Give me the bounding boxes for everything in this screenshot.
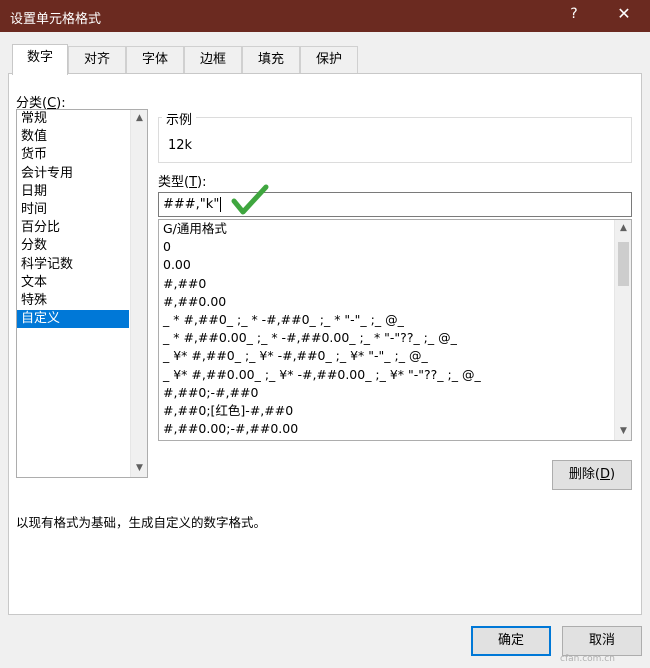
- category-item-currency[interactable]: 货币: [17, 146, 129, 164]
- format-item[interactable]: _ ¥* #,##0_ ;_ ¥* -#,##0_ ;_ ¥* "-"_ ;_ …: [159, 347, 609, 365]
- sample-group: [158, 117, 632, 163]
- ok-button[interactable]: 确定: [471, 626, 551, 656]
- category-item-number[interactable]: 数值: [17, 128, 129, 146]
- category-item-fraction[interactable]: 分数: [17, 237, 129, 255]
- category-item-time[interactable]: 时间: [17, 201, 129, 219]
- category-item-scientific[interactable]: 科学记数: [17, 256, 129, 274]
- format-item[interactable]: #,##0.00;-#,##0.00: [159, 420, 609, 438]
- category-item-percentage[interactable]: 百分比: [17, 219, 129, 237]
- tab-font[interactable]: 字体: [126, 46, 184, 74]
- category-item-accounting[interactable]: 会计专用: [17, 165, 129, 183]
- scroll-up-icon[interactable]: ▲: [615, 220, 631, 237]
- tab-protection[interactable]: 保护: [300, 46, 358, 74]
- type-input-value: ###,"k": [163, 197, 220, 212]
- format-scrollbar[interactable]: ▲ ▼: [614, 220, 631, 440]
- tab-fill[interactable]: 填充: [242, 46, 300, 74]
- format-item[interactable]: #,##0.00: [159, 293, 609, 311]
- format-item[interactable]: #,##0;[红色]-#,##0: [159, 402, 609, 420]
- format-item[interactable]: 0: [159, 238, 609, 256]
- category-item-special[interactable]: 特殊: [17, 292, 129, 310]
- tab-border[interactable]: 边框: [184, 46, 242, 74]
- tab-number[interactable]: 数字: [12, 44, 68, 75]
- watermark: cfan.com.cn: [560, 654, 615, 664]
- category-item-text[interactable]: 文本: [17, 274, 129, 292]
- sample-value: 12k: [168, 138, 193, 153]
- format-item[interactable]: _ * #,##0.00_ ;_ * -#,##0.00_ ;_ * "-"??…: [159, 329, 609, 347]
- cancel-button[interactable]: 取消: [562, 626, 642, 656]
- format-item[interactable]: G/通用格式: [159, 220, 609, 238]
- category-item-date[interactable]: 日期: [17, 183, 129, 201]
- format-item[interactable]: #,##0: [159, 275, 609, 293]
- category-scrollbar[interactable]: ▲ ▼: [130, 110, 147, 477]
- close-button[interactable]: ✕: [610, 4, 638, 28]
- checkmark-icon: [231, 184, 269, 215]
- help-button[interactable]: ?: [562, 6, 586, 26]
- type-label: 类型(T):: [158, 175, 207, 190]
- sample-legend: 示例: [162, 109, 197, 128]
- scroll-down-icon[interactable]: ▼: [131, 460, 148, 477]
- delete-button[interactable]: 删除(D): [552, 460, 632, 490]
- description-text: 以现有格式为基础，生成自定义的数字格式。: [16, 515, 267, 530]
- scroll-thumb[interactable]: [618, 242, 629, 286]
- format-item[interactable]: _ * #,##0_ ;_ * -#,##0_ ;_ * "-"_ ;_ @_: [159, 311, 609, 329]
- format-item[interactable]: #,##0;-#,##0: [159, 384, 609, 402]
- category-item-general[interactable]: 常规: [17, 110, 129, 128]
- text-caret: [220, 197, 222, 212]
- dialog-title: 设置单元格格式: [10, 12, 102, 27]
- scroll-up-icon[interactable]: ▲: [131, 110, 148, 127]
- tab-alignment[interactable]: 对齐: [68, 46, 126, 74]
- format-item[interactable]: _ ¥* #,##0.00_ ;_ ¥* -#,##0.00_ ;_ ¥* "-…: [159, 366, 609, 384]
- title-bar: 设置单元格格式 ? ✕: [0, 0, 650, 32]
- category-list[interactable]: 常规 数值 货币 会计专用 日期 时间 百分比 分数 科学记数 文本 特殊 自定…: [16, 109, 148, 478]
- format-item[interactable]: 0.00: [159, 256, 609, 274]
- category-item-custom[interactable]: 自定义: [17, 310, 129, 329]
- format-list[interactable]: G/通用格式 0 0.00 #,##0 #,##0.00 _ * #,##0_ …: [158, 219, 632, 441]
- scroll-down-icon[interactable]: ▼: [615, 423, 631, 440]
- tab-strip: 数字 对齐 字体 边框 填充 保护: [8, 44, 642, 75]
